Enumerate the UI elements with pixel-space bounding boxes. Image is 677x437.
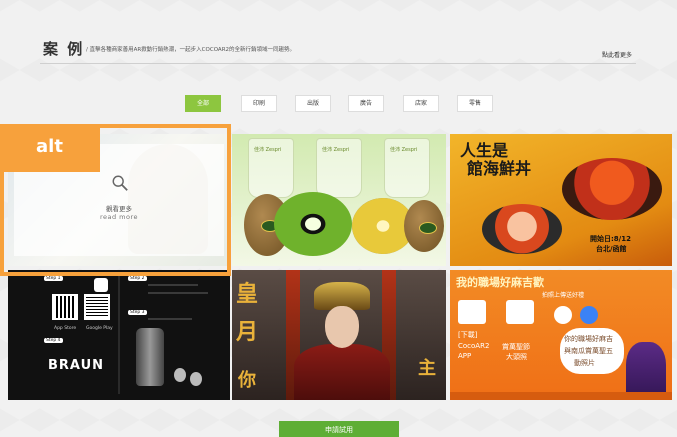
more-link[interactable]: 點此看更多: [602, 50, 632, 59]
text-line: [148, 292, 208, 294]
store-label: App Store: [54, 326, 77, 331]
bubble-text: 動照片: [574, 359, 595, 367]
section-title: 案 例: [43, 40, 85, 58]
step-label: Step 4: [44, 338, 63, 343]
witch-character: [626, 342, 666, 398]
section-header: 案 例 / 直擊各種商家善用AR掀動行銷熱潮，一起步入COCOAR2的全新行銷領…: [40, 36, 636, 64]
column-divider: [118, 276, 120, 394]
app-card: [506, 300, 534, 324]
step-label: Step 3: [128, 310, 147, 315]
heart-icon: [554, 306, 572, 324]
poster-char: 你: [238, 370, 256, 391]
filter-store[interactable]: 店家: [403, 95, 439, 112]
app-label: APP: [458, 352, 472, 360]
poster-subtitle: 館海鮮丼: [467, 159, 532, 178]
bubble-text: 與南瓜賞萬聖五: [564, 347, 613, 355]
earbud-product: [174, 368, 186, 382]
glass-label: 佳沛 Zespri: [254, 147, 282, 153]
qr-code: [84, 294, 110, 320]
poster-subhead: 拍照上傳送好禮: [542, 292, 585, 299]
download-label: [下載]: [458, 331, 478, 339]
empress-face: [325, 306, 359, 348]
filter-publishing[interactable]: 出版: [295, 95, 331, 112]
filter-print[interactable]: 印刷: [241, 95, 277, 112]
filter-bar: 全部 印刷 出版 廣告 店家 零售: [0, 95, 677, 112]
earbud-product: [190, 372, 202, 386]
apply-trial-button[interactable]: 申請試用: [279, 421, 399, 437]
salmon-roe-bowl: [562, 158, 662, 220]
qr-code: [52, 294, 78, 320]
glass-label: 佳沛 Zespri: [322, 147, 350, 153]
poster-date: 開始日:8/12: [590, 235, 631, 243]
bubble-text: 你的職場好麻吉: [564, 335, 613, 343]
promo-label: 大頭照: [506, 353, 527, 361]
poster-footer: [450, 392, 672, 400]
poster-title: 人生是: [460, 141, 509, 160]
like-icon: [580, 306, 598, 324]
filter-all[interactable]: 全部: [185, 95, 221, 112]
app-icon: [94, 278, 108, 292]
app-name-label: CocoAR2: [458, 342, 490, 350]
filter-retail[interactable]: 零售: [457, 95, 493, 112]
glass-label: 佳沛 Zespri: [390, 147, 418, 153]
case-tile-4[interactable]: Step 1 Step 2 Step 3 Step 4 App Store Go…: [8, 270, 230, 400]
poster-location: 台北/函館: [596, 245, 627, 253]
poster-char: 月: [236, 320, 259, 345]
poster-char: 主: [418, 358, 436, 379]
filter-advertising[interactable]: 廣告: [348, 95, 384, 112]
text-line: [148, 318, 192, 320]
empress-robe: [294, 344, 390, 400]
read-more-label-en: read more: [99, 213, 139, 221]
alt-tag: alt: [0, 124, 100, 172]
magnifier-icon: [112, 175, 128, 191]
store-label: Google Play: [86, 326, 113, 331]
app-card: [458, 300, 486, 324]
case-tile-6[interactable]: 我的職場好麻吉歡 拍照上傳送好禮 [下載] CocoAR2 APP 賞萬聖節 大…: [450, 270, 672, 400]
seafood-bowl: [482, 204, 562, 254]
text-line: [148, 284, 198, 286]
kiwi-whole: [404, 200, 444, 252]
step-label: Step 2: [128, 276, 147, 281]
step-label: Step 1: [44, 276, 63, 281]
brand-logo: BRAUN: [48, 358, 105, 373]
read-more-label: 觀看更多: [106, 205, 132, 213]
case-grid: 觀看更多 read more 佳沛 Zespri 佳沛 Zespri 佳沛 Ze…: [8, 134, 672, 400]
case-tile-5[interactable]: 皇 月 你 主: [232, 270, 446, 400]
kiwi-green-half: [274, 192, 352, 256]
case-tile-3[interactable]: 人生是 館海鮮丼 開始日:8/12 台北/函館: [450, 134, 672, 266]
shaver-product: [136, 328, 164, 386]
case-tile-2[interactable]: 佳沛 Zespri 佳沛 Zespri 佳沛 Zespri: [232, 134, 446, 266]
poster-headline: 我的職場好麻吉歡: [456, 276, 544, 289]
section-description: / 直擊各種商家善用AR掀動行銷熱潮，一起步入COCOAR2的全新行銷領域一同趨…: [86, 47, 296, 53]
poster-char: 皇: [236, 282, 259, 307]
promo-label: 賞萬聖節: [502, 343, 530, 351]
